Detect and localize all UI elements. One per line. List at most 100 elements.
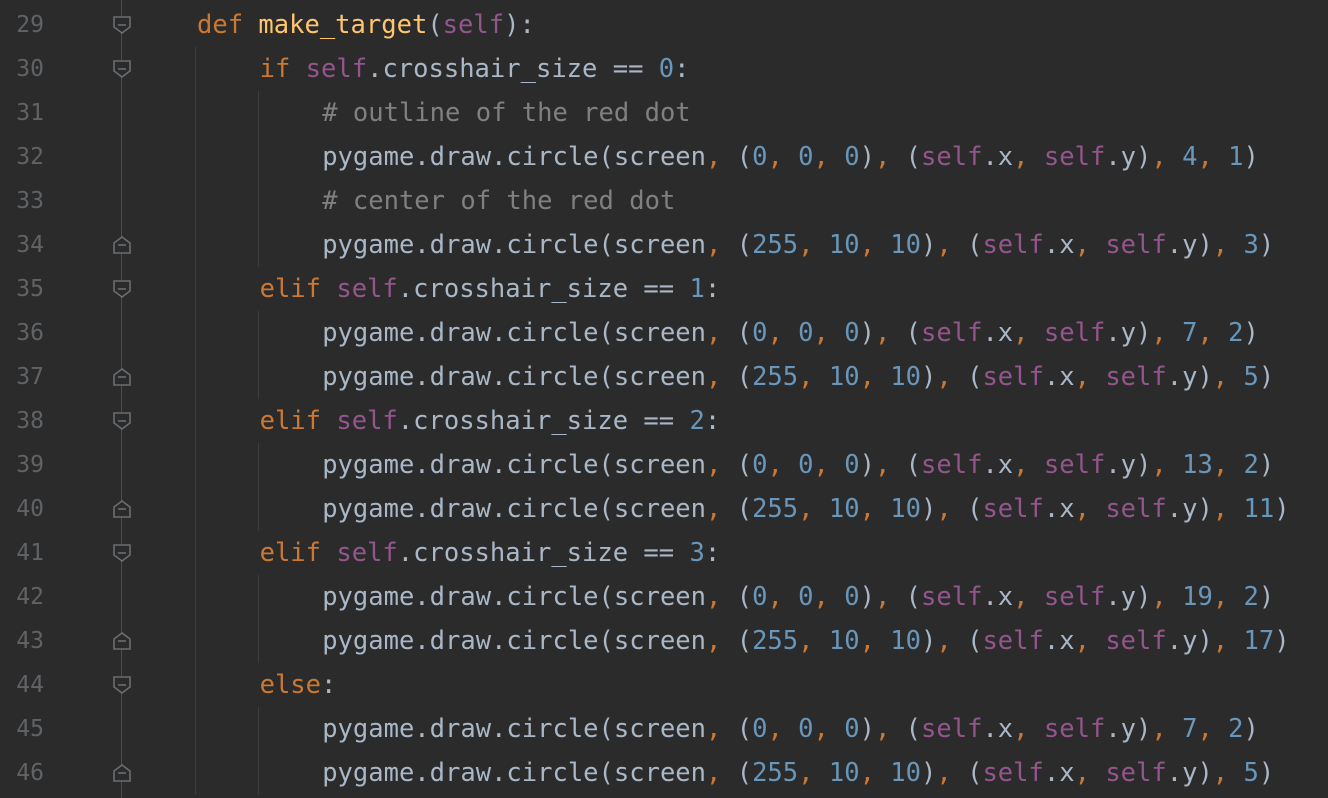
code-text[interactable]: def make_target(self): bbox=[197, 3, 535, 47]
code-line[interactable]: 35 elif self.crosshair_size == 1: bbox=[0, 267, 1328, 311]
code-line[interactable]: 29 def make_target(self): bbox=[0, 3, 1328, 47]
code-line[interactable]: 44 else: bbox=[0, 663, 1328, 707]
fold-end-icon[interactable] bbox=[112, 499, 132, 519]
code-token: : bbox=[321, 670, 337, 700]
code-line[interactable]: 31 # outline of the red dot bbox=[0, 91, 1328, 135]
punctuation-token: , bbox=[1151, 318, 1183, 348]
code-line[interactable]: 37 pygame.draw.circle(screen, (255, 10, 1… bbox=[0, 355, 1328, 399]
code-token: pygame.draw.circle(screen bbox=[322, 494, 706, 524]
punctuation-token: , bbox=[936, 230, 968, 260]
fold-collapse-icon[interactable] bbox=[112, 15, 132, 35]
code-text[interactable]: pygame.draw.circle(screen, (255, 10, 10)… bbox=[322, 223, 1274, 267]
code-line[interactable]: 38 elif self.crosshair_size == 2: bbox=[0, 399, 1328, 443]
fold-collapse-icon[interactable] bbox=[112, 675, 132, 695]
code-token: ( bbox=[905, 714, 922, 744]
code-token: ( bbox=[736, 362, 753, 392]
punctuation-token: , bbox=[1212, 758, 1244, 788]
number-token: 0 bbox=[844, 450, 860, 480]
code-line[interactable]: 46 pygame.draw.circle(screen, (255, 10, 1… bbox=[0, 751, 1328, 795]
line-number: 34 bbox=[16, 232, 44, 258]
code-token: ) bbox=[1274, 626, 1290, 656]
punctuation-token: , bbox=[706, 142, 737, 172]
code-token: .x bbox=[982, 142, 1014, 172]
code-text[interactable]: pygame.draw.circle(screen, (0, 0, 0), (s… bbox=[322, 575, 1274, 619]
comment-token: # center of the red dot bbox=[322, 186, 676, 216]
code-token: ) bbox=[859, 142, 875, 172]
number-token: 0 bbox=[844, 318, 860, 348]
code-text[interactable]: pygame.draw.circle(screen, (0, 0, 0), (s… bbox=[322, 707, 1259, 751]
code-line[interactable]: 42 pygame.draw.circle(screen, (0, 0, 0), … bbox=[0, 575, 1328, 619]
code-line[interactable]: 30 if self.crosshair_size == 0: bbox=[0, 47, 1328, 91]
line-number: 40 bbox=[16, 496, 44, 522]
code-token: .y) bbox=[1105, 142, 1152, 172]
punctuation-token: , bbox=[859, 758, 891, 788]
code-text[interactable]: pygame.draw.circle(screen, (255, 10, 10)… bbox=[322, 751, 1274, 795]
fold-end-icon[interactable] bbox=[112, 235, 132, 255]
code-text[interactable]: elif self.crosshair_size == 1: bbox=[260, 267, 721, 311]
self-token: self bbox=[336, 406, 398, 436]
code-token: .x bbox=[1043, 758, 1075, 788]
number-token: 0 bbox=[844, 582, 860, 612]
number-token: 10 bbox=[828, 230, 860, 260]
number-token: 2 bbox=[689, 406, 705, 436]
code-text[interactable]: # outline of the red dot bbox=[322, 91, 690, 135]
code-token: ) bbox=[1243, 714, 1259, 744]
code-token: .y) bbox=[1105, 582, 1152, 612]
code-text[interactable]: if self.crosshair_size == 0: bbox=[260, 47, 690, 91]
punctuation-token: , bbox=[798, 494, 829, 524]
fold-collapse-icon[interactable] bbox=[112, 543, 132, 563]
code-line[interactable]: 39 pygame.draw.circle(screen, (0, 0, 0), … bbox=[0, 443, 1328, 487]
number-token: 0 bbox=[798, 318, 814, 348]
code-editor[interactable]: 29 def make_target(self): 30 if self.crossh… bbox=[0, 0, 1328, 798]
self-token: self bbox=[982, 362, 1044, 392]
code-line[interactable]: 36 pygame.draw.circle(screen, (0, 0, 0), … bbox=[0, 311, 1328, 355]
code-line[interactable]: 34 pygame.draw.circle(screen, (255, 10, 1… bbox=[0, 223, 1328, 267]
number-token: 1 bbox=[689, 274, 705, 304]
code-line[interactable]: 40 pygame.draw.circle(screen, (255, 10, 1… bbox=[0, 487, 1328, 531]
code-line[interactable]: 32 pygame.draw.circle(screen, (0, 0, 0), … bbox=[0, 135, 1328, 179]
code-text[interactable]: pygame.draw.circle(screen, (255, 10, 10)… bbox=[322, 619, 1289, 663]
code-token: ) bbox=[859, 318, 875, 348]
punctuation-token: , bbox=[1197, 142, 1229, 172]
punctuation-token: , bbox=[767, 142, 799, 172]
code-token: ) bbox=[859, 450, 875, 480]
fold-collapse-icon[interactable] bbox=[112, 279, 132, 299]
code-line[interactable]: 41 elif self.crosshair_size == 3: bbox=[0, 531, 1328, 575]
code-text[interactable]: elif self.crosshair_size == 2: bbox=[260, 399, 721, 443]
fold-collapse-icon[interactable] bbox=[112, 59, 132, 79]
number-token: 255 bbox=[752, 494, 799, 524]
code-text[interactable]: pygame.draw.circle(screen, (0, 0, 0), (s… bbox=[322, 135, 1259, 179]
code-line[interactable]: 33 # center of the red dot bbox=[0, 179, 1328, 223]
code-text[interactable]: # center of the red dot bbox=[322, 179, 675, 223]
number-token: 0 bbox=[798, 582, 814, 612]
number-token: 255 bbox=[752, 230, 799, 260]
code-token: ) bbox=[1258, 362, 1275, 392]
fold-end-icon[interactable] bbox=[112, 763, 132, 783]
number-token: 2 bbox=[1228, 714, 1244, 744]
code-token: pygame.draw.circle(screen bbox=[322, 582, 706, 612]
code-line[interactable]: 43 pygame.draw.circle(screen, (255, 10, 1… bbox=[0, 619, 1328, 663]
code-token: ) bbox=[921, 494, 937, 524]
code-token: .x bbox=[1043, 230, 1075, 260]
punctuation-token: , bbox=[1074, 362, 1106, 392]
code-line[interactable]: 45 pygame.draw.circle(screen, (0, 0, 0), … bbox=[0, 707, 1328, 751]
code-text[interactable]: pygame.draw.circle(screen, (255, 10, 10)… bbox=[322, 355, 1274, 399]
code-text[interactable]: pygame.draw.circle(screen, (255, 10, 10)… bbox=[322, 487, 1289, 531]
punctuation-token: , bbox=[798, 758, 829, 788]
code-token: .y) bbox=[1166, 758, 1213, 788]
fold-end-icon[interactable] bbox=[112, 631, 132, 651]
code-token: ( bbox=[905, 142, 922, 172]
fold-end-icon[interactable] bbox=[112, 367, 132, 387]
punctuation-token: , bbox=[1212, 626, 1244, 656]
punctuation-token: , bbox=[874, 450, 906, 480]
number-token: 19 bbox=[1182, 582, 1213, 612]
code-text[interactable]: pygame.draw.circle(screen, (0, 0, 0), (s… bbox=[322, 443, 1274, 487]
code-token: ( bbox=[427, 10, 443, 40]
code-text[interactable]: else: bbox=[260, 663, 337, 707]
line-number: 41 bbox=[16, 540, 44, 566]
code-text[interactable]: elif self.crosshair_size == 3: bbox=[260, 531, 721, 575]
code-token: ) bbox=[1258, 582, 1275, 612]
fold-collapse-icon[interactable] bbox=[112, 411, 132, 431]
code-text[interactable]: pygame.draw.circle(screen, (0, 0, 0), (s… bbox=[322, 311, 1259, 355]
line-number: 30 bbox=[16, 56, 44, 82]
